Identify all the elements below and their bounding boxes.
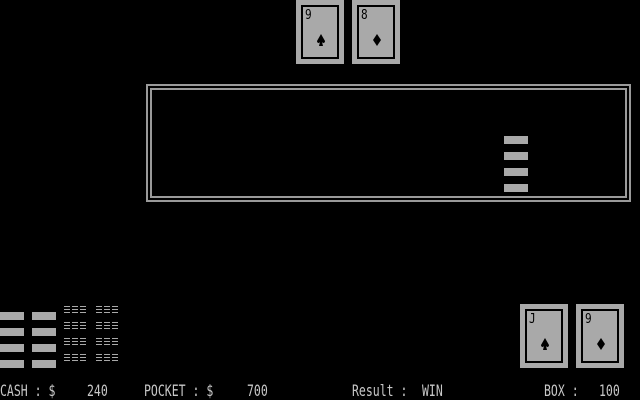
card-rank: 8 (361, 8, 368, 23)
chip (64, 306, 86, 315)
chip (64, 322, 86, 331)
chip (96, 306, 118, 315)
card-rank: 9 (585, 312, 592, 327)
card-rank: 9 (305, 8, 312, 23)
chip (0, 360, 24, 368)
cash-value: 240 (87, 381, 108, 400)
dealer-box-inner (150, 88, 627, 198)
chip (0, 312, 24, 320)
card-face: 9 (301, 5, 339, 59)
chip (64, 338, 86, 347)
chip (32, 344, 56, 352)
dealer-card-1: 9 (296, 0, 344, 64)
chip (0, 328, 24, 336)
card-face: J (525, 309, 563, 363)
dealer-box (146, 84, 631, 202)
chip (64, 354, 86, 363)
player-card-1: J (520, 304, 568, 368)
pocket-value: 700 (247, 381, 268, 400)
chip (32, 328, 56, 336)
chip (96, 338, 118, 347)
diamond-icon (373, 34, 381, 46)
player-card-2: 9 (576, 304, 624, 368)
chip (96, 354, 118, 363)
card-face: 9 (581, 309, 619, 363)
chip (32, 312, 56, 320)
spade-icon (317, 34, 325, 46)
card-face: 8 (357, 5, 395, 59)
chip (504, 184, 528, 192)
diamond-icon (597, 338, 605, 350)
result-label: Result : (352, 381, 408, 400)
dealer-card-2: 8 (352, 0, 400, 64)
card-rank: J (529, 312, 536, 327)
chip (32, 360, 56, 368)
chip (504, 136, 528, 144)
box-label: BOX : (544, 381, 579, 400)
chip (96, 322, 118, 331)
chip (0, 344, 24, 352)
result-value: WIN (422, 381, 443, 400)
box-value: 100 (599, 381, 620, 400)
spade-icon (541, 338, 549, 350)
cash-label: CASH : $ (0, 381, 56, 400)
pocket-label: POCKET : $ (144, 381, 214, 400)
chip (504, 168, 528, 176)
chip (504, 152, 528, 160)
